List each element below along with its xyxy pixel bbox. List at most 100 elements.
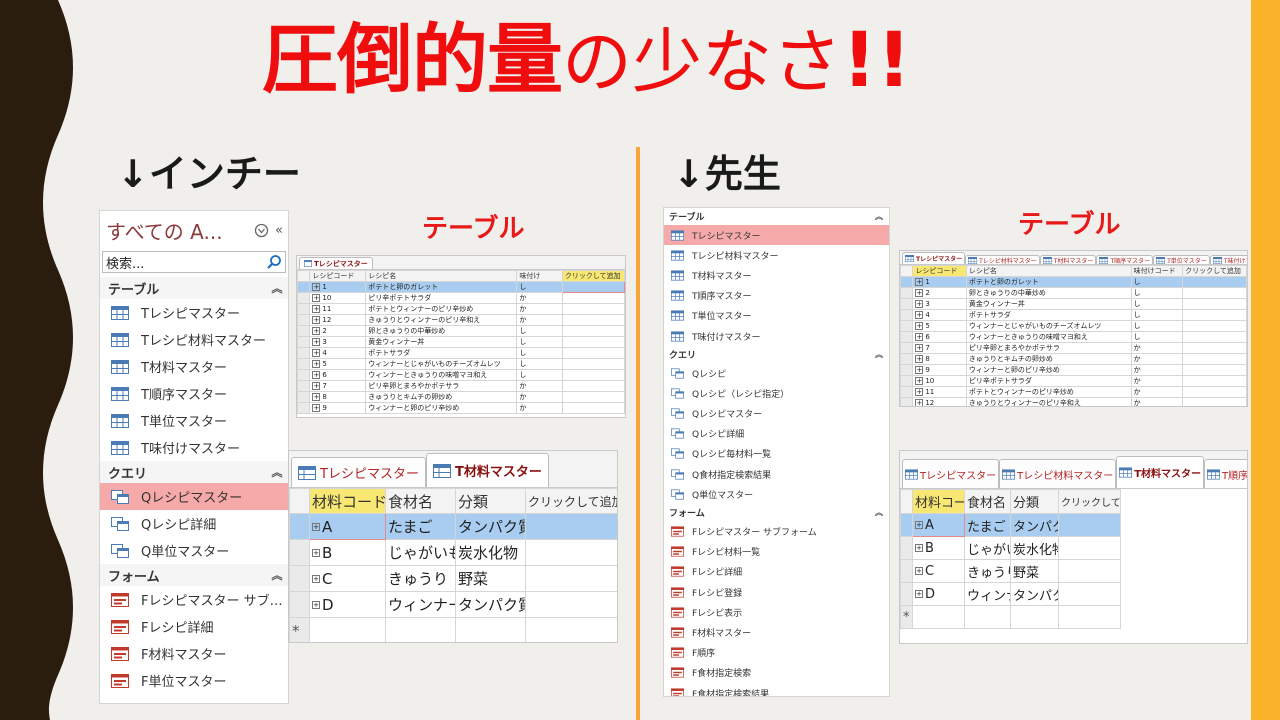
expand-plus-icon[interactable]: + — [915, 377, 924, 385]
expand-plus-icon[interactable]: + — [312, 382, 321, 390]
table-row[interactable]: +5 ウィンナーとじゃがいものチーズオムレツし — [297, 358, 625, 370]
nav-item[interactable]: Qレシピ毎材料一覧 — [664, 444, 889, 464]
expand-plus-icon[interactable]: + — [312, 404, 321, 412]
new-record-marker[interactable]: * — [900, 605, 913, 629]
table-cell[interactable] — [561, 369, 625, 381]
table-cell[interactable]: +6 — [912, 331, 967, 343]
expand-plus-icon[interactable]: + — [312, 549, 320, 557]
table-cell[interactable]: +11 — [309, 303, 367, 315]
nav-item[interactable]: Qレシピマスター — [664, 404, 889, 424]
table-cell[interactable]: + C — [309, 565, 386, 592]
expand-plus-icon[interactable]: + — [312, 371, 321, 379]
table-cell[interactable]: ポテトとウィンナーのピリ辛炒め — [965, 386, 1132, 398]
table-cell[interactable]: 炭水化物 — [1010, 536, 1059, 560]
table-cell[interactable]: +7 — [912, 342, 967, 354]
table-row[interactable]: +7 ピリ辛卵とまろやかポテサラか — [900, 342, 1247, 354]
table-cell[interactable] — [385, 617, 456, 642]
table-cell[interactable] — [525, 591, 617, 618]
table-cell[interactable] — [561, 314, 625, 326]
table-cell[interactable]: ウィンナーと卵のピリ辛炒め — [965, 364, 1132, 376]
table-row[interactable]: +Cきゅうり野菜 — [289, 565, 617, 592]
expand-plus-icon[interactable]: + — [312, 601, 320, 609]
table-row[interactable]: +Aたまごタンパク質 — [900, 513, 1247, 537]
table-cell[interactable]: +10 — [309, 292, 367, 304]
table-cell[interactable] — [1182, 320, 1247, 332]
row-selector[interactable] — [289, 513, 310, 540]
table-cell[interactable] — [561, 281, 625, 293]
nav-item[interactable]: T順序マスター — [100, 380, 288, 407]
table-cell[interactable] — [1182, 298, 1247, 310]
nav-item[interactable]: Fレシピ表示 — [664, 602, 889, 622]
table-cell[interactable]: し — [516, 358, 563, 370]
table-row[interactable]: +12 きゅうりとウィンナーのピリ辛和えか — [900, 397, 1247, 406]
row-selector[interactable] — [297, 281, 311, 293]
table-row[interactable]: +Dウィンナータンパク質 — [289, 591, 617, 618]
collapse-chevron-icon[interactable]: ︽ — [266, 464, 288, 480]
table-row[interactable]: +12 きゅうりとウィンナーのピリ辛和えか — [297, 314, 625, 326]
table-cell[interactable]: タンパク質 — [1010, 513, 1059, 537]
row-selector[interactable] — [900, 287, 914, 299]
table-row[interactable]: +9 ウィンナーと卵のピリ辛炒めか — [297, 402, 625, 414]
table-cell[interactable]: か — [1130, 364, 1184, 376]
nav-item[interactable]: T材料マスター — [100, 353, 288, 380]
expand-plus-icon[interactable]: + — [915, 344, 924, 352]
expand-plus-icon[interactable]: + — [915, 388, 924, 396]
nav-item[interactable]: Fレシピ詳細 — [664, 562, 889, 582]
table-cell[interactable]: ピリ辛ポテトサラダ — [365, 292, 518, 304]
nav-group-header[interactable]: クエリ ︽ — [664, 346, 889, 363]
row-selector[interactable] — [900, 582, 913, 606]
nav-item[interactable]: Q単位マスター — [100, 537, 288, 564]
row-selector[interactable] — [900, 298, 914, 310]
table-cell[interactable] — [1058, 536, 1121, 560]
nav-item[interactable]: Q単位マスター — [664, 484, 889, 504]
expand-plus-icon[interactable]: + — [312, 360, 321, 368]
nav-item[interactable]: Q食材指定検索結果 — [664, 464, 889, 484]
table-cell[interactable] — [1182, 331, 1247, 343]
collapse-chevron-icon[interactable]: ︽ — [869, 349, 889, 360]
row-selector[interactable] — [900, 513, 913, 537]
table-cell[interactable] — [1058, 559, 1121, 583]
nav-item[interactable]: F順序 — [664, 643, 889, 663]
table-cell[interactable]: ウィンナーとじゃがいものチーズオムレツ — [965, 320, 1132, 332]
table-cell[interactable]: きゅうりとキムチの卵炒め — [365, 391, 518, 403]
table-cell[interactable]: +1 — [912, 276, 967, 288]
table-cell[interactable]: し — [1130, 298, 1184, 310]
col-header[interactable]: 味付けコード — [1130, 265, 1184, 277]
table-tab[interactable]: T順序マスター — [1204, 459, 1247, 488]
nav-group-header[interactable]: クエリ ︽ — [100, 461, 288, 483]
table-row[interactable]: +6 ウィンナーときゅうりの味噌マヨ和えし — [900, 331, 1247, 343]
table-cell[interactable] — [1182, 342, 1247, 354]
nav-item[interactable]: F食材指定検索 — [664, 663, 889, 683]
expand-plus-icon[interactable]: + — [915, 544, 923, 552]
table-cell[interactable]: 黄金ウィンナー丼 — [965, 298, 1132, 310]
row-selector[interactable] — [900, 364, 914, 376]
nav-group-header[interactable]: テーブル ︽ — [664, 208, 889, 225]
table-cell[interactable]: か — [516, 380, 563, 392]
nav-item[interactable]: Tレシピマスター — [664, 225, 889, 246]
table-row[interactable]: +10 ピリ辛ポテトサラダか — [297, 292, 625, 304]
nav-search-input[interactable]: 検索... — [102, 251, 286, 273]
col-header[interactable]: 分類 — [455, 488, 526, 514]
table-cell[interactable] — [561, 402, 625, 414]
table-cell[interactable]: し — [1130, 331, 1184, 343]
expand-plus-icon[interactable]: + — [915, 567, 923, 575]
table-cell[interactable]: 卵ときゅうりの中華炒め — [365, 325, 518, 337]
table-cell[interactable]: ポテトと卵のガレット — [965, 276, 1132, 288]
table-row[interactable]: +Cきゅうり野菜 — [900, 559, 1247, 583]
table-cell[interactable]: +11 — [912, 386, 967, 398]
table-cell[interactable]: 野菜 — [1010, 559, 1059, 583]
table-row[interactable]: +2 卵ときゅうりの中華炒めし — [297, 325, 625, 337]
row-selector[interactable] — [297, 325, 311, 337]
table-cell[interactable]: か — [516, 402, 563, 414]
table-row[interactable]: +8 きゅうりとキムチの卵炒めか — [900, 353, 1247, 365]
table-cell[interactable] — [561, 325, 625, 337]
table-cell[interactable]: ポテトサラダ — [365, 347, 518, 359]
table-cell[interactable]: か — [1130, 353, 1184, 365]
table-cell[interactable]: +9 — [912, 364, 967, 376]
expand-plus-icon[interactable]: + — [915, 590, 923, 598]
table-cell[interactable] — [1182, 276, 1247, 288]
table-cell[interactable]: ピリ辛卵とまろやかポテサラ — [365, 380, 518, 392]
row-selector[interactable] — [297, 402, 311, 414]
table-cell[interactable]: し — [1130, 276, 1184, 288]
col-header[interactable]: 材料コード — [912, 489, 965, 514]
